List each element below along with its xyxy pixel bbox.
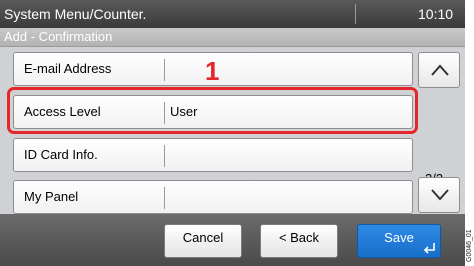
access-level-highlight [7,87,418,134]
row-divider [164,187,165,209]
enter-arrow-icon [423,243,435,254]
save-button[interactable]: Save [357,224,441,258]
figure-code-text: G0046_01 [466,229,473,262]
row-label: E-mail Address [24,61,112,76]
title-bar: System Menu/Counter. 10:10 [0,0,465,28]
row-my-panel[interactable]: My Panel [13,180,413,214]
chevron-up-icon [431,64,449,76]
back-label: < Back [278,230,320,245]
scroll-up-button[interactable] [418,52,460,88]
row-divider [164,145,165,167]
screen-subtitle: Add - Confirmation [4,29,113,44]
cancel-button[interactable]: Cancel [164,224,242,258]
scroll-down-button[interactable] [418,177,460,213]
subtitle-bar: Add - Confirmation [0,28,465,47]
row-label: ID Card Info. [24,147,98,162]
back-button[interactable]: < Back [260,224,338,258]
window-title: System Menu/Counter. [4,6,147,22]
row-divider [164,59,165,81]
bottom-button-bar: Cancel < Back Save [0,214,465,266]
chevron-down-icon [431,189,449,201]
clock: 10:10 [418,6,454,22]
cancel-label: Cancel [182,230,224,245]
row-label: My Panel [24,189,79,204]
confirmation-panel: System Menu/Counter. 10:10 Add - Confirm… [0,0,465,266]
row-id-card-info[interactable]: ID Card Info. [13,138,413,172]
callout-number: 1 [205,56,220,86]
title-divider [355,4,356,24]
figure-code: G0046_01 [466,200,474,264]
